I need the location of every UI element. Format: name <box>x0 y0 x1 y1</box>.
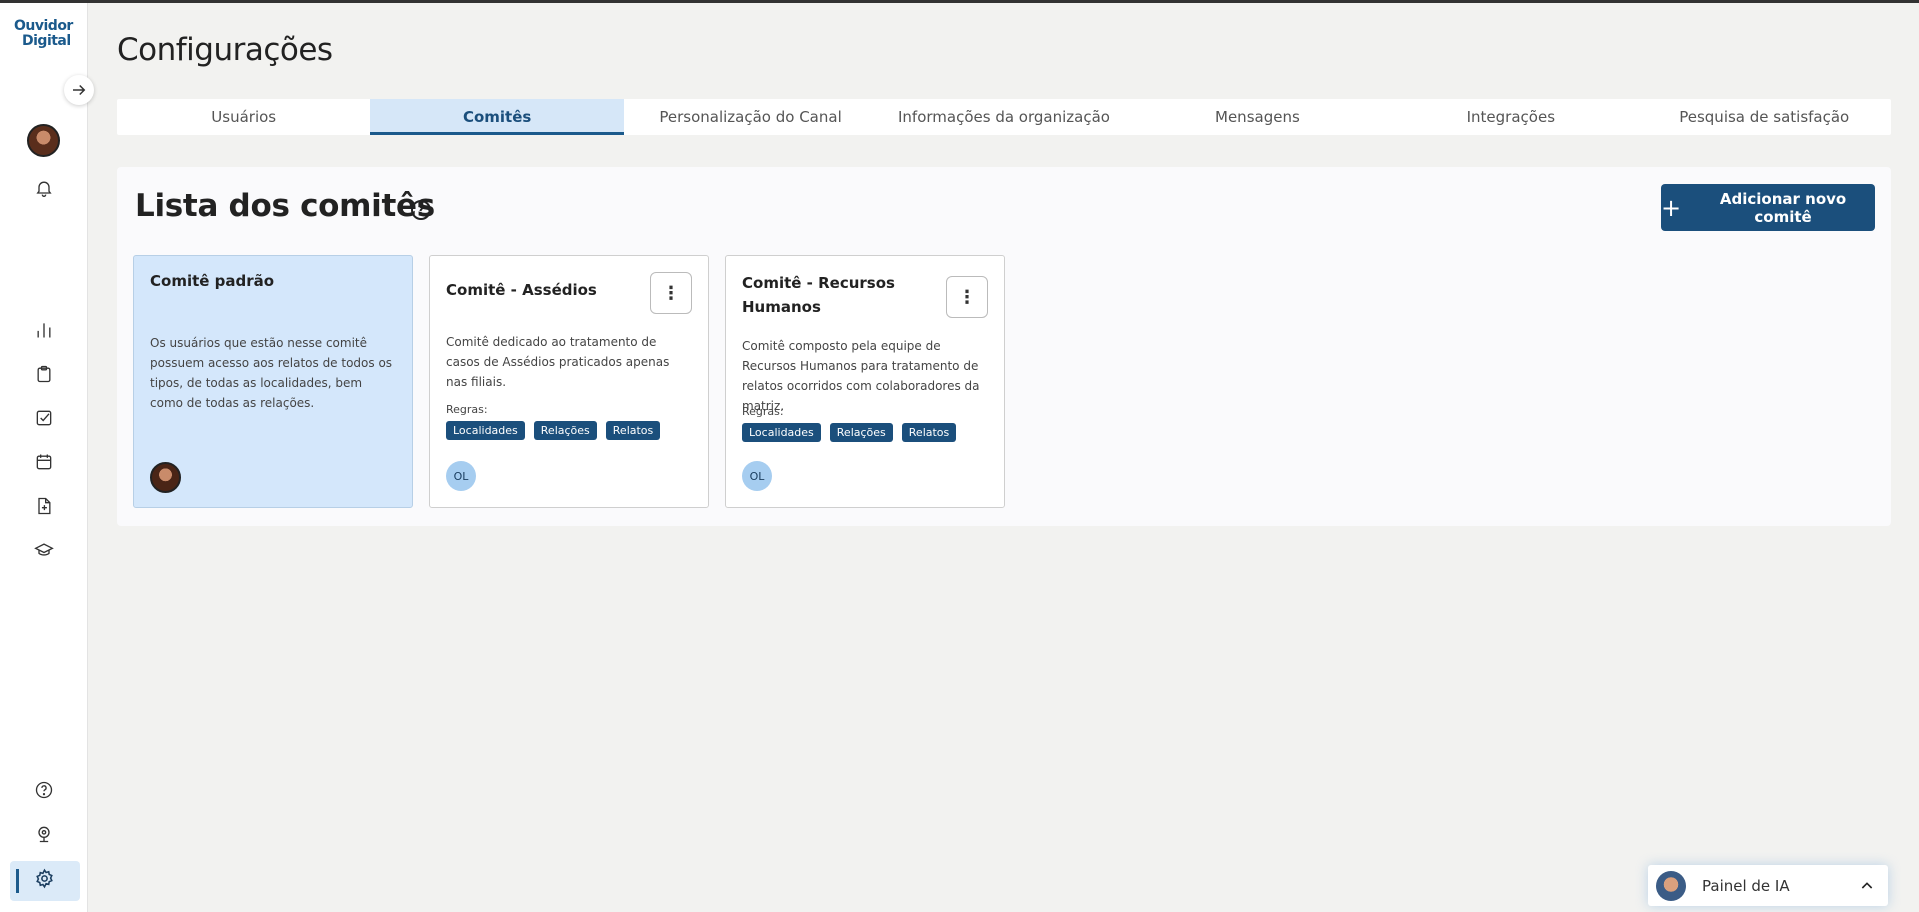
user-avatar[interactable] <box>27 124 60 157</box>
rules-label: Regras: <box>742 405 784 418</box>
settings-tabs: Usuários Comitês Personalização do Canal… <box>117 99 1891 135</box>
rules-chips: Localidades Relações Relatos <box>446 421 661 440</box>
rule-chip[interactable]: Localidades <box>742 423 821 442</box>
tab-integracoes[interactable]: Integrações <box>1384 99 1637 135</box>
tab-personalizacao-canal[interactable]: Personalização do Canal <box>624 99 877 135</box>
page-title: Configurações <box>117 32 333 68</box>
arrow-right-icon <box>73 84 86 96</box>
chevron-up-icon <box>1858 877 1876 895</box>
rule-chip[interactable]: Relações <box>829 423 893 442</box>
committee-card-default[interactable]: Comitê padrão Os usuários que estão ness… <box>133 255 413 508</box>
member-avatar <box>150 462 181 493</box>
bell-icon[interactable] <box>29 173 59 203</box>
active-indicator <box>16 869 19 893</box>
expand-sidebar-button[interactable] <box>64 75 94 105</box>
rules-label: Regras: <box>446 403 488 416</box>
committee-description: Comitê dedicado ao tratamento de casos d… <box>446 335 670 389</box>
ai-panel-label: Painel de IA <box>1702 876 1790 895</box>
graduation-cap-icon[interactable] <box>29 535 59 565</box>
tab-comites[interactable]: Comitês <box>370 99 625 135</box>
rule-chip[interactable]: Relatos <box>605 421 661 440</box>
ai-panel-toggle[interactable]: Painel de IA <box>1648 865 1888 906</box>
tab-usuarios[interactable]: Usuários <box>117 99 370 135</box>
help-glyph: ? <box>417 203 425 217</box>
committees-list-title: Lista dos comitês <box>135 188 435 224</box>
logo-line-1: Ouvidor <box>14 18 73 34</box>
more-vertical-icon: ⋮ <box>662 282 680 304</box>
plus-icon: + <box>1661 193 1682 222</box>
committee-card-recursos-humanos[interactable]: Comitê - Recursos Humanos ⋮ Comitê compo… <box>725 255 1005 508</box>
ai-assistant-avatar <box>1656 870 1686 901</box>
gear-icon[interactable] <box>29 863 59 893</box>
add-committee-button[interactable]: + Adicionar novo comitê <box>1661 184 1875 231</box>
committee-title: Comitê - Assédios <box>446 281 597 299</box>
clipboard-icon[interactable] <box>29 359 59 389</box>
logo-line-2: Digital <box>22 33 71 49</box>
card-menu-button[interactable]: ⋮ <box>650 272 692 314</box>
help-icon[interactable] <box>29 775 59 805</box>
rule-chip[interactable]: Localidades <box>446 421 525 440</box>
file-plus-icon[interactable] <box>29 491 59 521</box>
calendar-icon[interactable] <box>29 447 59 477</box>
committee-title: Comitê - Recursos Humanos <box>742 274 895 316</box>
add-committee-label: Adicionar novo comitê <box>1719 189 1847 226</box>
tab-mensagens[interactable]: Mensagens <box>1131 99 1384 135</box>
webcam-icon[interactable] <box>29 819 59 849</box>
tab-pesquisa-satisfacao[interactable]: Pesquisa de satisfação <box>1638 99 1891 135</box>
committee-description: Os usuários que estão nesse comitê possu… <box>150 336 393 410</box>
member-initials-avatar: OL <box>742 461 772 491</box>
sidebar: Ouvidor Digital <box>0 3 88 912</box>
card-menu-button[interactable]: ⋮ <box>946 276 988 318</box>
rule-chip[interactable]: Relações <box>533 421 597 440</box>
committee-title: Comitê padrão <box>150 272 275 290</box>
help-icon[interactable]: ? <box>411 200 431 220</box>
rules-chips: Localidades Relações Relatos <box>742 423 957 442</box>
member-initials-avatar: OL <box>446 461 476 491</box>
tab-informacoes-organizacao[interactable]: Informações da organização <box>877 99 1130 135</box>
committee-description: Comitê composto pela equipe de Recursos … <box>742 339 980 413</box>
window-top-border <box>0 0 1919 3</box>
committee-card-assedios[interactable]: Comitê - Assédios ⋮ Comitê dedicado ao t… <box>429 255 709 508</box>
checkbox-icon[interactable] <box>29 403 59 433</box>
logo[interactable]: Ouvidor Digital <box>14 19 74 53</box>
more-vertical-icon: ⋮ <box>958 286 976 308</box>
bar-chart-icon[interactable] <box>29 315 59 345</box>
rule-chip[interactable]: Relatos <box>901 423 957 442</box>
